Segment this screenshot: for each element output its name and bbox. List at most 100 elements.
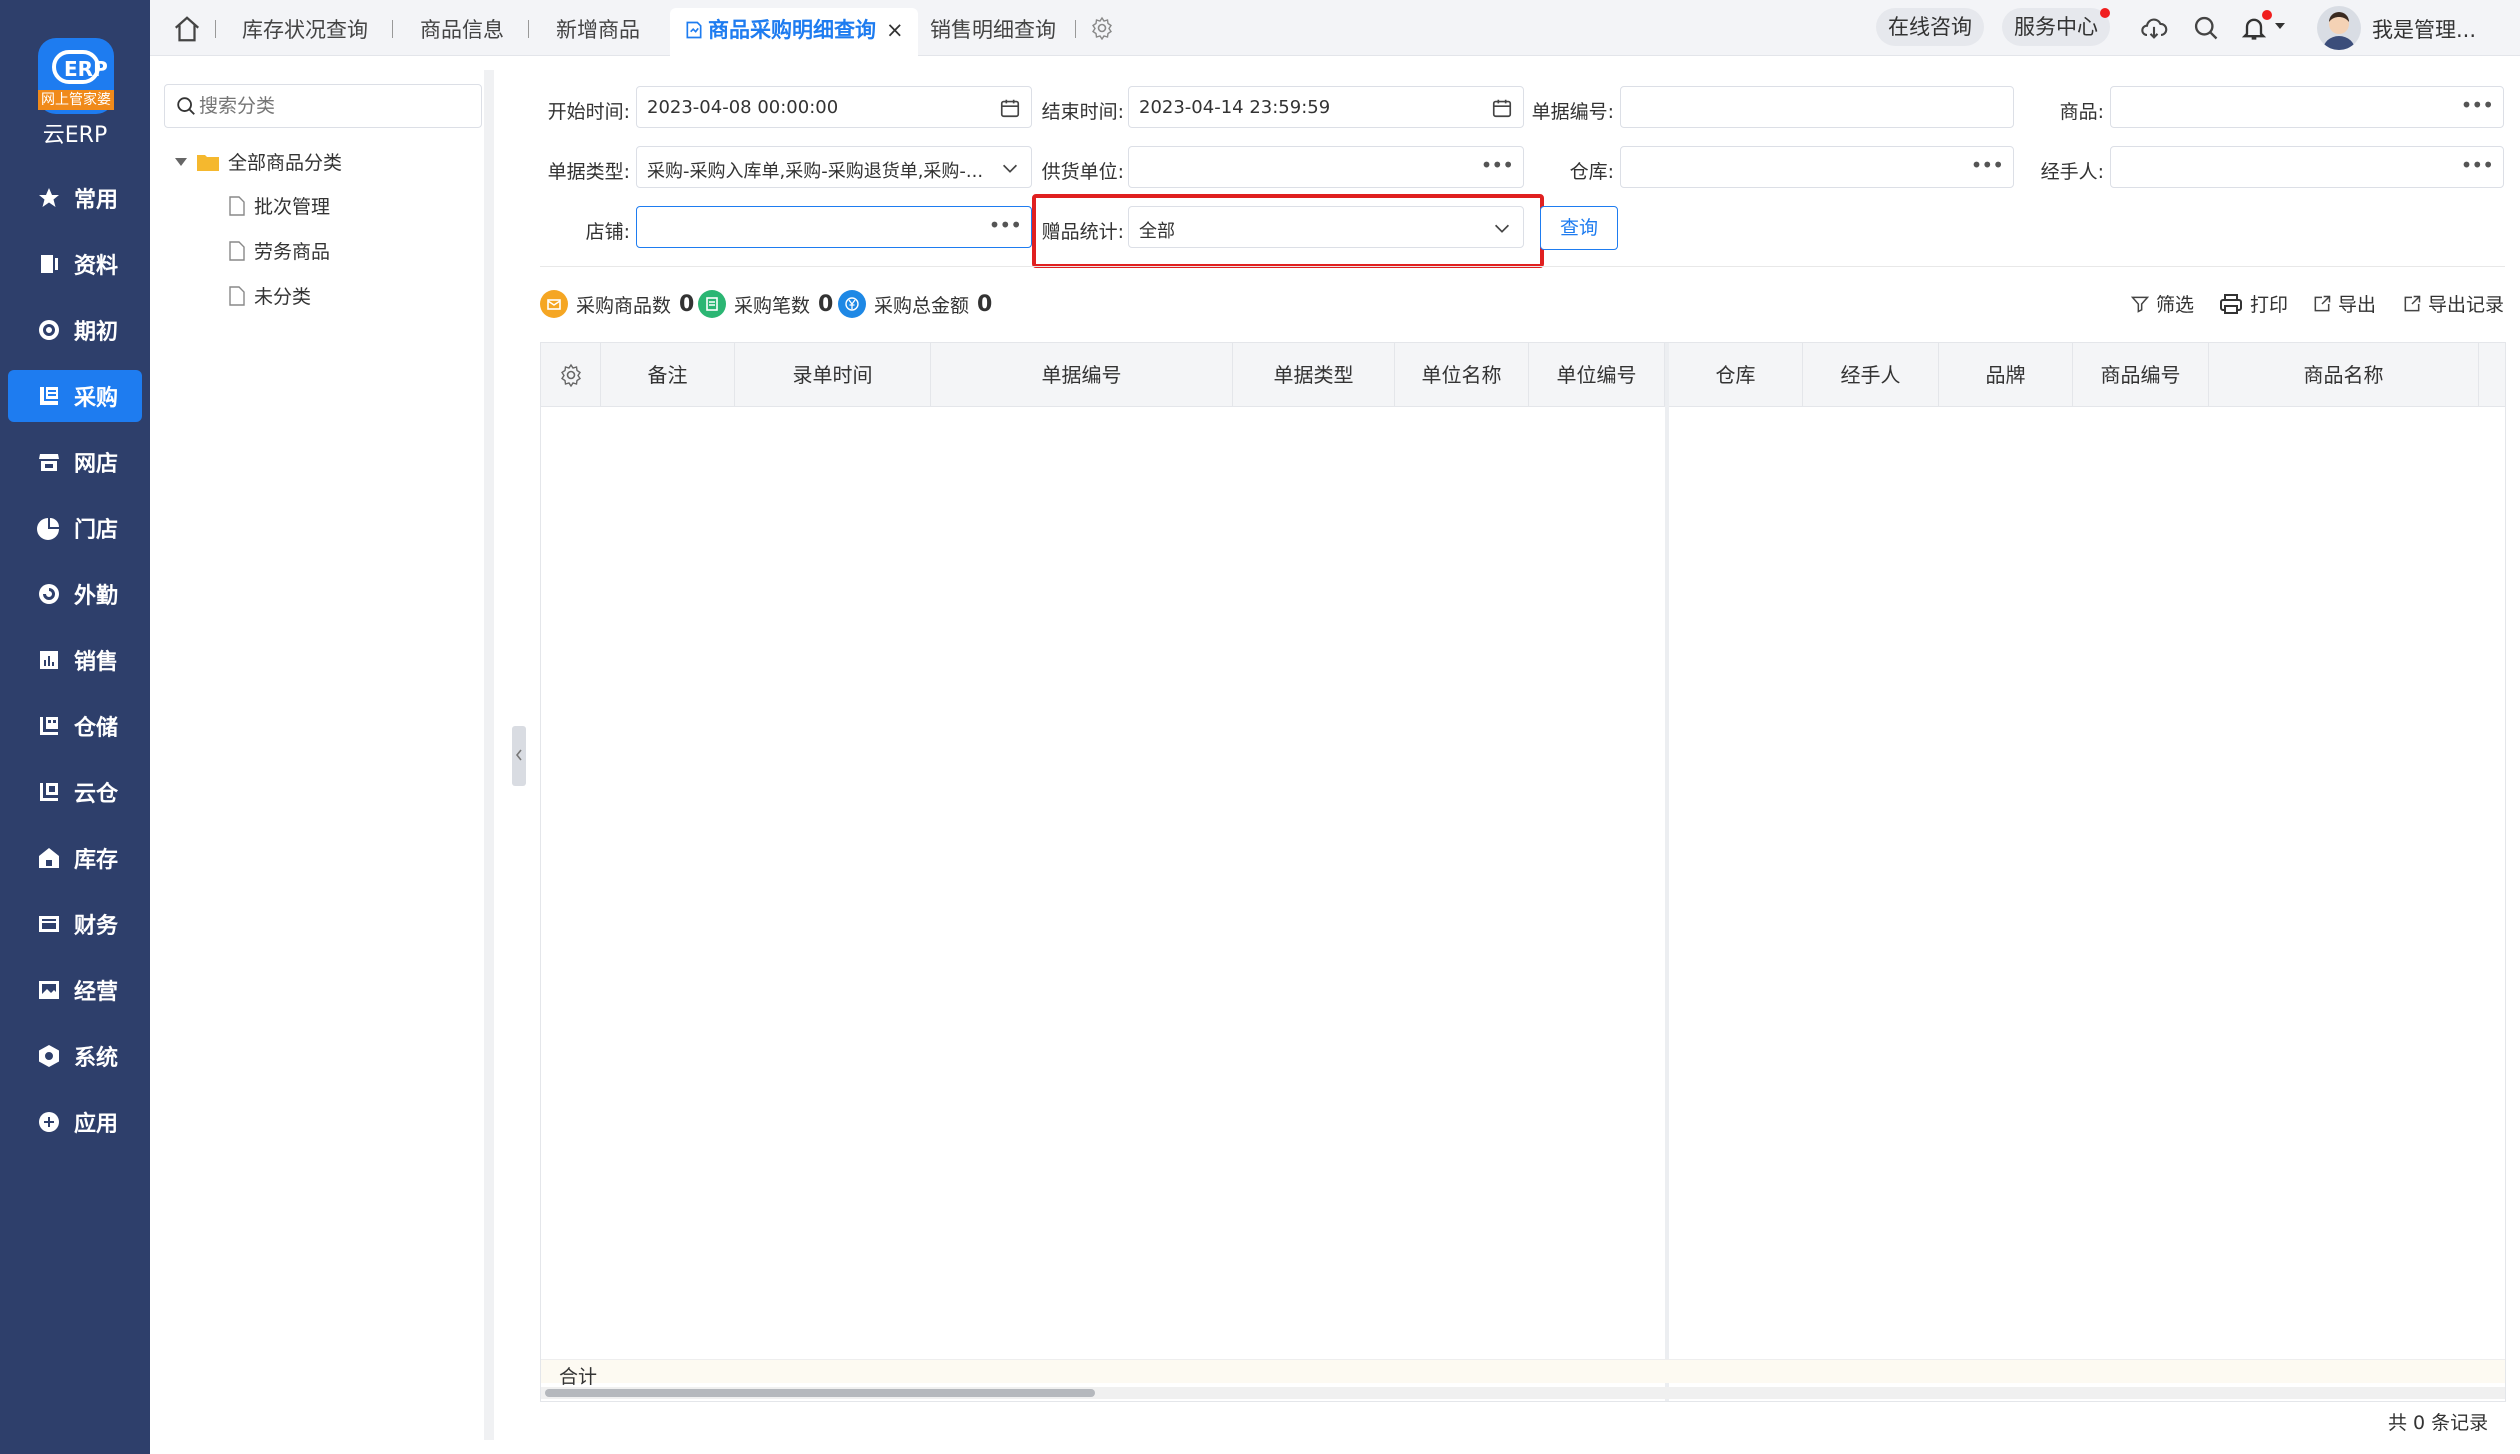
nav-item-inventory[interactable]: 库存 bbox=[8, 832, 142, 884]
product-label: 商品: bbox=[2059, 101, 2104, 123]
handler-field[interactable]: ••• bbox=[2110, 146, 2504, 188]
app-logo[interactable]: ERP 网上管家婆 bbox=[38, 38, 114, 114]
column-header[interactable]: 单位编号 bbox=[1529, 343, 1665, 407]
more-icon[interactable]: ••• bbox=[2461, 153, 2494, 177]
report-icon bbox=[686, 21, 702, 39]
category-search-input[interactable] bbox=[199, 93, 469, 119]
bill-type-label: 单据类型: bbox=[547, 161, 630, 183]
tree-node-service[interactable]: 劳务商品 bbox=[228, 237, 330, 264]
warehouse-field[interactable]: ••• bbox=[1620, 146, 2014, 188]
search-icon[interactable] bbox=[2192, 14, 2220, 42]
left-nav: ERP 网上管家婆 云ERP 常用 资料 期初 采购 网店 门店 外勤 销售 仓… bbox=[0, 0, 150, 1454]
gear-icon[interactable] bbox=[1090, 16, 1114, 41]
column-header[interactable]: 仓库 bbox=[1669, 343, 1803, 407]
store-icon bbox=[36, 449, 62, 475]
column-header[interactable]: 经手人 bbox=[1803, 343, 1939, 407]
folder-icon bbox=[197, 154, 219, 171]
tab-label: 商品采购明细查询 bbox=[708, 18, 876, 42]
nav-item-field[interactable]: 外勤 bbox=[8, 568, 142, 620]
purchase-icon bbox=[36, 383, 62, 409]
tab-product-info[interactable]: 商品信息 bbox=[414, 8, 510, 56]
caret-down-icon[interactable] bbox=[2272, 18, 2288, 34]
bill-type-value: 采购-采购入库单,采购-采购退货单,采购-... bbox=[647, 161, 984, 182]
tab-new-product[interactable]: 新增商品 bbox=[550, 8, 646, 56]
logo-strip: 网上管家婆 bbox=[38, 90, 114, 110]
product-field[interactable]: ••• bbox=[2110, 86, 2504, 128]
tree-node-uncategorized[interactable]: 未分类 bbox=[228, 282, 311, 309]
tree-node-batch[interactable]: 批次管理 bbox=[228, 192, 330, 219]
bill-type-select[interactable]: 采购-采购入库单,采购-采购退货单,采购-... bbox=[636, 146, 1032, 188]
nav-item-data[interactable]: 资料 bbox=[8, 238, 142, 290]
start-time-field[interactable]: 2023-04-08 00:00:00 bbox=[636, 86, 1032, 128]
nav-item-opening[interactable]: 期初 bbox=[8, 304, 142, 356]
tree-node-root[interactable]: 全部商品分类 bbox=[174, 148, 342, 175]
nav-label: 外勤 bbox=[74, 584, 119, 609]
shop-label: 店铺: bbox=[585, 221, 630, 243]
column-header[interactable]: 录单时间 bbox=[735, 343, 931, 407]
nav-item-webstore[interactable]: 网店 bbox=[8, 436, 142, 488]
cloud-download-icon[interactable] bbox=[2140, 14, 2168, 42]
nav-item-system[interactable]: 系统 bbox=[8, 1030, 142, 1082]
column-header[interactable]: 品牌 bbox=[1939, 343, 2073, 407]
export-log-button[interactable]: 导出记录 bbox=[2402, 290, 2504, 317]
shop-field[interactable]: ••• bbox=[636, 206, 1032, 248]
end-time-label: 结束时间: bbox=[1041, 101, 1124, 123]
column-header[interactable]: 单据类型 bbox=[1233, 343, 1395, 407]
grid-header: 备注 录单时间 单据编号 单据类型 单位名称 单位编号 仓库 经手人 品牌 商品… bbox=[541, 343, 2505, 407]
query-button[interactable]: 查询 bbox=[1540, 206, 1618, 250]
nav-item-operation[interactable]: 经营 bbox=[8, 964, 142, 1016]
nav-item-sales[interactable]: 销售 bbox=[8, 634, 142, 686]
service-center-button[interactable]: 服务中心 bbox=[2002, 8, 2110, 46]
category-scrollbar[interactable] bbox=[484, 70, 494, 1440]
nav-item-apps[interactable]: 应用 bbox=[8, 1096, 142, 1148]
close-icon[interactable]: × bbox=[886, 18, 904, 42]
more-icon[interactable]: ••• bbox=[989, 213, 1022, 237]
panel-collapse-handle[interactable] bbox=[512, 726, 526, 786]
print-button[interactable]: 打印 bbox=[2218, 290, 2288, 317]
more-icon[interactable]: ••• bbox=[1971, 153, 2004, 177]
category-search[interactable] bbox=[164, 84, 482, 128]
tab-purchase-detail[interactable]: 商品采购明细查询 × bbox=[670, 8, 918, 56]
column-header[interactable]: 商品编号 bbox=[2073, 343, 2209, 407]
bill-no-input[interactable] bbox=[1620, 86, 2014, 128]
column-header[interactable]: 单位名称 bbox=[1395, 343, 1529, 407]
tab-separator bbox=[392, 20, 393, 38]
nav-item-shop[interactable]: 门店 bbox=[8, 502, 142, 554]
nav-item-finance[interactable]: 财务 bbox=[8, 898, 142, 950]
bill-no-label: 单据编号: bbox=[1531, 101, 1614, 123]
home-icon[interactable] bbox=[172, 14, 202, 44]
scrollbar-thumb[interactable] bbox=[545, 1389, 1095, 1397]
end-time-field[interactable]: 2023-04-14 23:59:59 bbox=[1128, 86, 1524, 128]
column-header[interactable]: 单据编号 bbox=[931, 343, 1233, 407]
user-name[interactable]: 我是管理... bbox=[2372, 14, 2476, 44]
filter-icon bbox=[2130, 296, 2150, 313]
export-button[interactable]: 导出 bbox=[2312, 290, 2376, 317]
online-consult-button[interactable]: 在线咨询 bbox=[1876, 8, 1984, 46]
home-icon bbox=[36, 845, 62, 871]
stat-total-amount: 采购总金额 0 bbox=[838, 290, 992, 318]
more-icon[interactable]: ••• bbox=[2461, 93, 2494, 117]
tree-node-label: 未分类 bbox=[254, 286, 312, 308]
filter-button[interactable]: 筛选 bbox=[2130, 290, 2194, 317]
nav-label: 采购 bbox=[74, 386, 119, 411]
nav-item-cloud-warehouse[interactable]: 云仓 bbox=[8, 766, 142, 818]
nav-label: 网店 bbox=[74, 452, 119, 477]
nav-item-storage[interactable]: 仓储 bbox=[8, 700, 142, 752]
nav-item-common[interactable]: 常用 bbox=[8, 172, 142, 224]
tab-sales-detail[interactable]: 销售明细查询 bbox=[924, 8, 1062, 56]
tab-inventory-status[interactable]: 库存状况查询 bbox=[236, 8, 374, 56]
calendar-icon[interactable] bbox=[999, 97, 1021, 119]
supplier-field[interactable]: ••• bbox=[1128, 146, 1524, 188]
horizontal-scrollbar[interactable] bbox=[541, 1387, 2505, 1399]
more-icon[interactable]: ••• bbox=[1481, 153, 1514, 177]
export-label: 导出 bbox=[2338, 294, 2377, 316]
nav-item-purchase[interactable]: 采购 bbox=[8, 370, 142, 422]
calendar-icon[interactable] bbox=[1491, 97, 1513, 119]
gear-icon bbox=[560, 363, 581, 388]
nav-label: 常用 bbox=[74, 188, 119, 213]
column-header[interactable]: 备注 bbox=[601, 343, 735, 407]
avatar[interactable] bbox=[2317, 6, 2361, 50]
column-settings[interactable] bbox=[541, 343, 601, 407]
nav-label: 云仓 bbox=[74, 782, 119, 807]
column-header[interactable]: 商品名称 bbox=[2209, 343, 2479, 407]
